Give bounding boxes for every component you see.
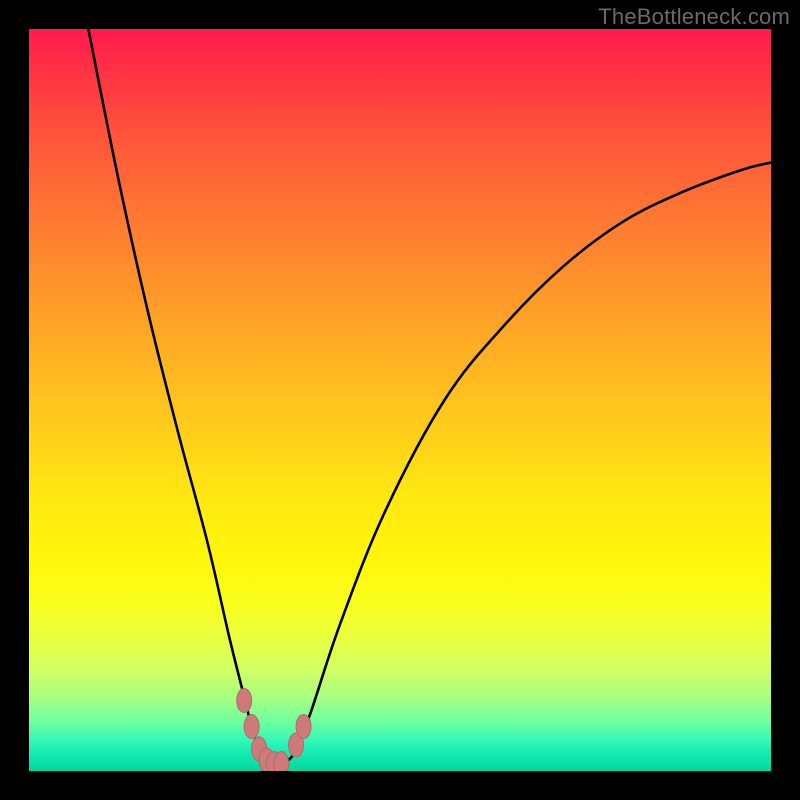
curve-svg [29,29,771,771]
curve-marker [274,752,289,771]
plot-area [29,29,771,771]
curve-marker [296,714,311,738]
curve-marker [237,689,252,713]
bottleneck-curve [88,29,771,764]
curve-marker [244,714,259,738]
watermark-text: TheBottleneck.com [598,4,790,30]
chart-frame: TheBottleneck.com [0,0,800,800]
curve-markers [237,689,311,771]
